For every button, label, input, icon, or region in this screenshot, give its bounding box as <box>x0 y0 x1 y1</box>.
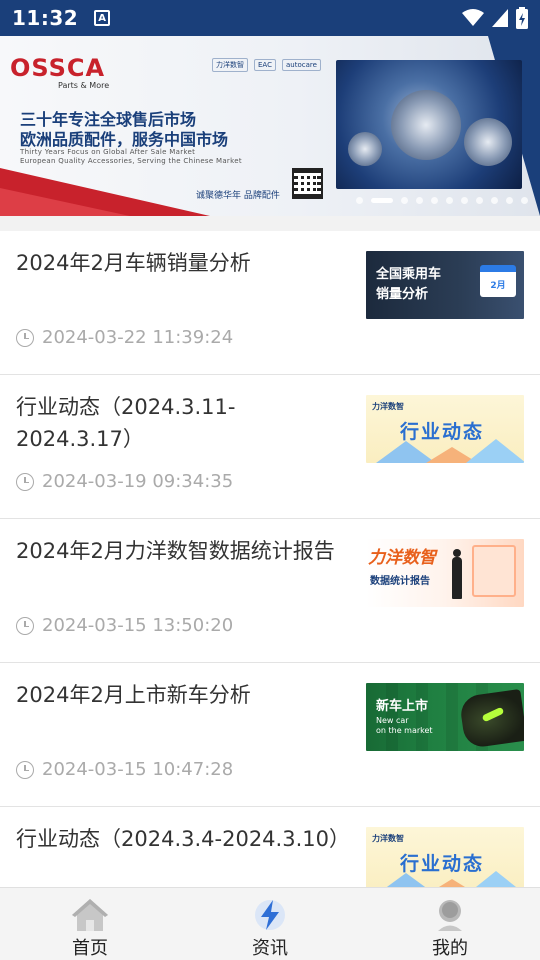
news-timestamp-row: 2024-03-15 13:50:20 <box>16 615 233 636</box>
thumb-text: 新车上市 <box>376 699 429 714</box>
carousel-dot[interactable] <box>491 197 498 204</box>
thumb-text: 行业动态 <box>400 853 485 875</box>
nav-label: 资讯 <box>252 938 288 959</box>
news-thumbnail: 力洋数智 数据统计报告 <box>366 539 524 607</box>
news-thumbnail: 力洋数智 行业动态 <box>366 395 524 463</box>
news-timestamp-row: 2024-03-15 10:47:28 <box>16 759 233 780</box>
list-item[interactable]: 2024年2月上市新车分析 2024-03-15 10:47:28 新车上市 N… <box>0 663 540 807</box>
banner-headline-2: 欧洲品质配件，服务中国市场 <box>20 130 229 149</box>
carousel-indicator[interactable] <box>356 197 528 204</box>
carousel-dot[interactable] <box>461 197 468 204</box>
banner-bottom-tag: 诚聚德华年 品牌配件 <box>196 191 280 201</box>
news-title: 行业动态（2024.3.11-2024.3.17） <box>16 395 236 451</box>
nav-label: 我的 <box>432 938 468 959</box>
carousel-dot[interactable] <box>371 198 393 203</box>
sensor-part <box>348 132 382 166</box>
carousel-dot[interactable] <box>476 197 483 204</box>
promo-banner[interactable]: OSSCA Parts & More 力洋数智 EAC autocare 三十年… <box>0 36 540 216</box>
nav-label: 首页 <box>72 938 108 959</box>
user-icon <box>431 898 469 932</box>
turbo-part <box>464 118 512 166</box>
clock-icon <box>16 328 34 347</box>
nav-profile[interactable]: 我的 <box>360 888 540 960</box>
brand-logo: OSSCA <box>10 54 106 82</box>
partner-logo: 力洋数智 <box>212 58 248 72</box>
partner-logo: EAC <box>254 59 276 71</box>
carousel-dot[interactable] <box>431 197 438 204</box>
accessibility-icon: A <box>94 10 111 26</box>
thumb-decor <box>452 557 462 599</box>
carousel-dot[interactable] <box>356 197 363 204</box>
nav-home[interactable]: 首页 <box>0 888 180 960</box>
news-thumbnail: 新车上市 New car on the market <box>366 683 524 751</box>
news-time: 2024-03-15 10:47:28 <box>42 759 234 780</box>
banner-tagline-1: Thirty Years Focus on Global After Sale … <box>20 148 196 156</box>
news-title: 2024年2月力洋数智数据统计报告 <box>16 539 335 563</box>
news-time: 2024-03-22 11:39:24 <box>42 327 234 348</box>
partner-logos: 力洋数智 EAC autocare <box>212 58 321 72</box>
carousel-dot[interactable] <box>416 197 423 204</box>
clock-icon <box>16 616 34 635</box>
carousel-dot[interactable] <box>506 197 513 204</box>
pump-part <box>391 90 461 160</box>
wifi-icon <box>462 9 484 26</box>
thumb-text: on the market <box>376 726 433 735</box>
thumb-decor <box>453 549 461 557</box>
news-title: 2024年2月上市新车分析 <box>16 683 251 707</box>
thumb-text: 行业动态 <box>400 421 485 443</box>
carousel-dot[interactable] <box>446 197 453 204</box>
banner-product-photo <box>336 60 522 189</box>
news-title: 行业动态（2024.3.4-2024.3.10） <box>16 827 350 851</box>
thumb-text: 力洋数智 <box>368 548 436 568</box>
status-icons <box>462 7 528 29</box>
thumb-decor <box>416 683 428 751</box>
clock-icon <box>16 760 34 779</box>
news-title: 2024年2月车辆销量分析 <box>16 251 251 275</box>
brand-subtitle: Parts & More <box>58 81 110 90</box>
news-timestamp-row: 2024-03-19 09:34:35 <box>16 471 233 492</box>
status-bar: 11:32 A <box>0 0 540 36</box>
thumb-text: 销量分析 <box>376 287 429 302</box>
thumb-decor <box>446 683 458 751</box>
banner-decor-red-light <box>0 188 130 216</box>
banner-tagline-2: European Quality Accessories, Serving th… <box>20 157 242 165</box>
thumb-text: New car <box>376 716 409 725</box>
thumb-logo: 力洋数智 <box>372 402 404 411</box>
thumb-logo: 力洋数智 <box>372 834 404 843</box>
carousel-dot[interactable] <box>521 197 528 204</box>
nav-news[interactable]: 资讯 <box>180 888 360 960</box>
news-list: 2024年2月车辆销量分析 2024-03-22 11:39:24 全国乘用车 … <box>0 231 540 887</box>
battery-icon <box>516 7 528 29</box>
partner-logo: autocare <box>281 59 321 71</box>
news-thumbnail: 全国乘用车 销量分析 2月 <box>366 251 524 319</box>
lightning-icon <box>251 898 289 932</box>
signal-icon <box>492 9 508 27</box>
list-item[interactable]: 2024年2月力洋数智数据统计报告 2024-03-15 13:50:20 力洋… <box>0 519 540 663</box>
news-time: 2024-03-15 13:50:20 <box>42 615 234 636</box>
home-icon <box>71 898 109 932</box>
carousel-dot[interactable] <box>401 197 408 204</box>
qr-code-icon <box>292 168 323 199</box>
bottom-navigation: 首页 资讯 我的 <box>0 887 540 960</box>
thumb-text: 全国乘用车 <box>376 267 442 282</box>
news-timestamp-row: 2024-03-22 11:39:24 <box>16 327 233 348</box>
news-thumbnail: 力洋数智 行业动态 <box>366 827 524 887</box>
list-item[interactable]: 行业动态（2024.3.4-2024.3.10） 力洋数智 行业动态 <box>0 807 540 887</box>
clock-icon <box>16 472 34 491</box>
news-time: 2024-03-19 09:34:35 <box>42 471 234 492</box>
status-time: 11:32 <box>12 6 79 30</box>
thumb-text: 数据统计报告 <box>370 576 430 587</box>
list-item[interactable]: 行业动态（2024.3.11-2024.3.17） 2024-03-19 09:… <box>0 375 540 519</box>
calendar-icon: 2月 <box>480 265 516 297</box>
thumb-decor <box>472 545 516 597</box>
list-item[interactable]: 2024年2月车辆销量分析 2024-03-22 11:39:24 全国乘用车 … <box>0 231 540 375</box>
